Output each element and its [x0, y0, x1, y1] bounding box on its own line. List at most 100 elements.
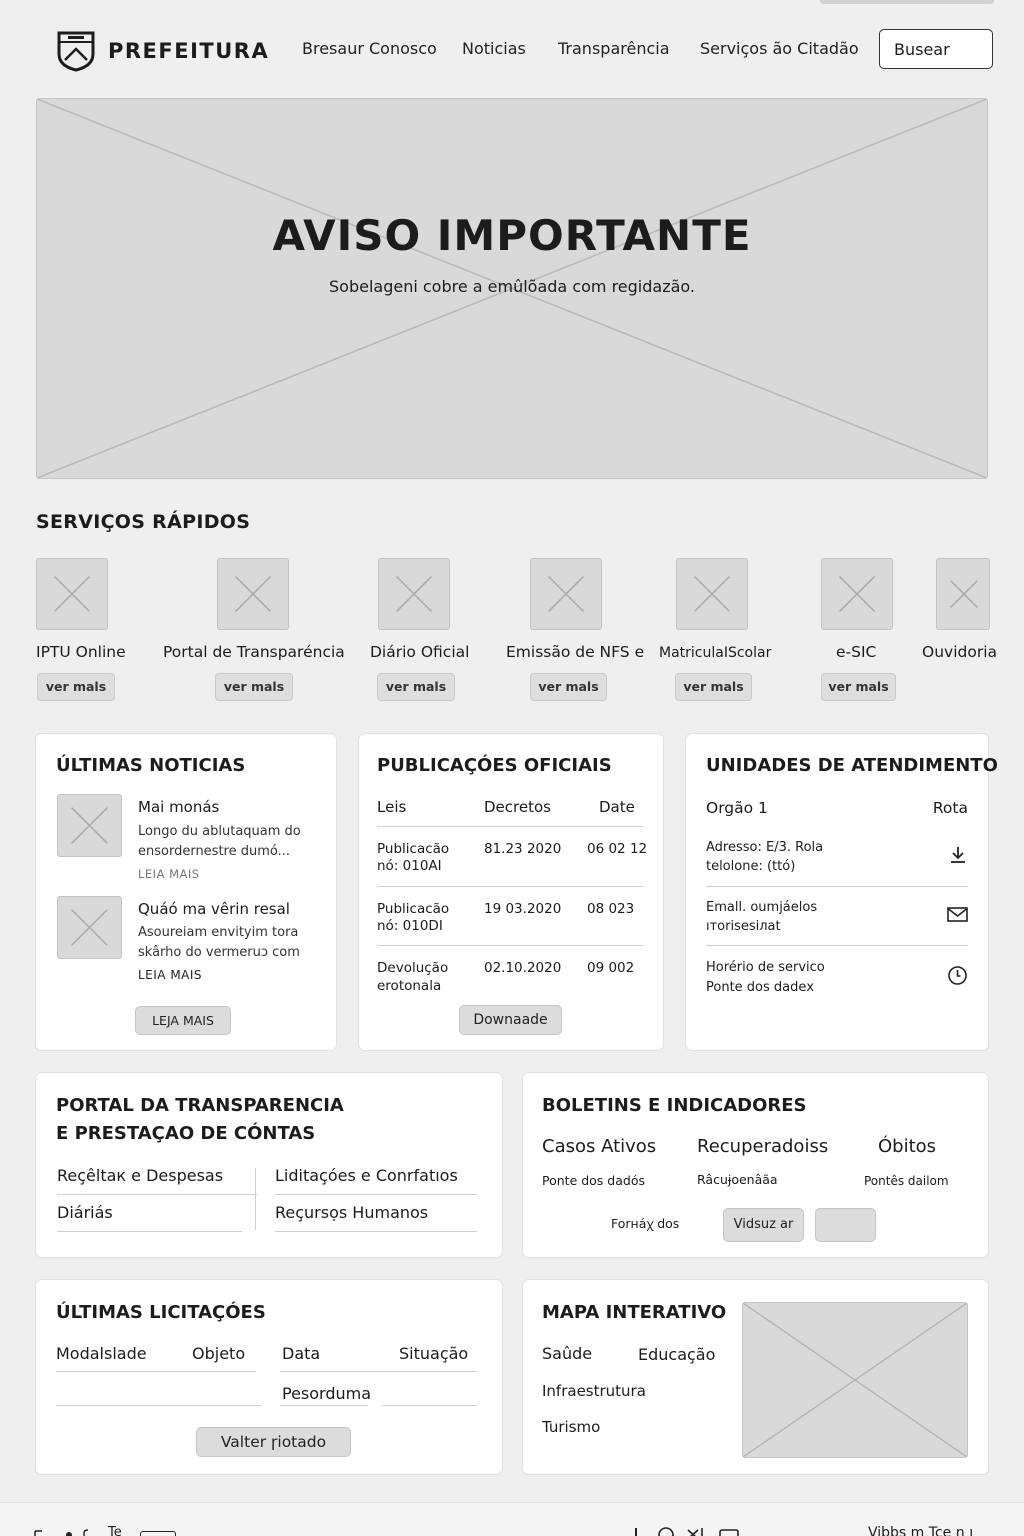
- hero-title: AVISO IMPORTANTE: [272, 211, 752, 260]
- hero-banner[interactable]: AVISO IMPORTANTE Sobelageni cobre a emûl…: [36, 98, 988, 479]
- news-thumbnail[interactable]: [57, 896, 122, 959]
- publication-number: nó: 010DI: [377, 918, 443, 934]
- news-more-button[interactable]: LEJA MAIS: [135, 1006, 231, 1035]
- publication-decree: 81.23 2020: [484, 841, 562, 857]
- visualize-button[interactable]: Vidsuz ar: [723, 1208, 804, 1242]
- news-excerpt: ensordernestre dumó...: [138, 844, 291, 859]
- service-label[interactable]: IPTU Online: [36, 643, 126, 661]
- service-enrollment-icon[interactable]: [676, 558, 748, 630]
- service-label[interactable]: e-SIC: [836, 643, 876, 661]
- publications-title: PUBLICAÇÓES OFICIAIS: [377, 755, 612, 776]
- service-label[interactable]: MatriculaIScolar: [659, 645, 771, 661]
- publication-name[interactable]: Devolução: [377, 960, 448, 976]
- map-layer-link[interactable]: Saûde: [542, 1344, 592, 1363]
- service-label[interactable]: Emissão de NFS e: [506, 643, 644, 661]
- service-transparency-icon[interactable]: [217, 558, 289, 630]
- ver-mais-button[interactable]: ver mals: [530, 673, 607, 701]
- unit-email: Emall. oumjáelos: [706, 900, 818, 915]
- transparency-title: E PRESTAÇAO DE CÓNTAS: [56, 1123, 316, 1144]
- download-icon[interactable]: [948, 845, 968, 865]
- service-nfse-icon[interactable]: [530, 558, 602, 630]
- service-label[interactable]: Ouvidoria: [922, 643, 997, 661]
- tender-cell[interactable]: Pesorduma: [282, 1384, 371, 1403]
- clock-icon[interactable]: [947, 965, 968, 986]
- indicator-label[interactable]: Recuperadoiss: [697, 1136, 828, 1157]
- service-units-card: UNIDADES DE ATENDIMENTO Orgão 1 Rota Adr…: [686, 734, 998, 1050]
- city-crest-icon: [57, 31, 95, 72]
- map-layer-link[interactable]: Infraestrutura: [542, 1382, 646, 1400]
- quick-services-title: SERVIÇOS RÁPIDOS: [36, 511, 251, 533]
- data-source-link[interactable]: Forнáꭓ dos: [611, 1215, 679, 1232]
- service-ouvidoria-icon[interactable]: [936, 558, 990, 630]
- bulletins-card: BOLETINS E INDICADORES Casos Ativos Recu…: [523, 1073, 988, 1257]
- publication-name[interactable]: Publicacão: [377, 901, 449, 917]
- col-header: Objeto: [192, 1344, 246, 1363]
- footer-icons-left: [34, 1529, 89, 1536]
- col-header: Data: [282, 1344, 321, 1363]
- footer-text[interactable]: Te: [108, 1525, 122, 1536]
- footer-right-text[interactable]: Vibbs m Tce ɲ ı: [868, 1525, 973, 1536]
- units-col-header: Orgão 1: [706, 799, 768, 817]
- transparency-link[interactable]: Liditaçóes e Conrfatıos: [275, 1166, 458, 1185]
- indicator-label[interactable]: Casos Ativos: [542, 1136, 656, 1157]
- nav-link-transparency[interactable]: Transparência: [558, 39, 670, 58]
- news-excerpt: Asoureiam envityim tora: [138, 925, 299, 940]
- transparency-title: PORTAL DA TRANSPARENCIA: [56, 1095, 344, 1116]
- search-button[interactable]: Busear: [879, 29, 993, 69]
- read-more-link[interactable]: LEIA MAIS: [138, 968, 202, 982]
- footer: Te Vibbs m Tce ɲ ı: [0, 1502, 1024, 1536]
- publication-number: nó: 010AI: [377, 858, 442, 874]
- service-label[interactable]: Diário Oficial: [370, 643, 469, 661]
- footer-input[interactable]: [140, 1531, 176, 1536]
- ver-mais-button[interactable]: ver mals: [215, 673, 293, 701]
- map-layer-link[interactable]: Educação: [638, 1345, 715, 1364]
- service-iptu-icon[interactable]: [36, 558, 108, 630]
- publication-name[interactable]: Publicacão: [377, 841, 449, 857]
- bulletins-title: BOLETINS E INDICADORES: [542, 1095, 807, 1116]
- map-placeholder[interactable]: [742, 1302, 968, 1458]
- news-title: ÚLTIMAS NOTICIAS: [56, 755, 246, 776]
- logo-text: PREFEITURA: [108, 39, 270, 63]
- col-header: Date: [599, 798, 635, 816]
- ver-mais-button[interactable]: ver mals: [37, 673, 115, 701]
- indicator-label[interactable]: Óbitos: [878, 1136, 936, 1157]
- mail-icon[interactable]: [947, 906, 968, 923]
- ver-mais-button[interactable]: ver mals: [675, 673, 752, 701]
- transparency-link[interactable]: Diáriás: [57, 1203, 113, 1222]
- indicator-source: Pontês dailom: [864, 1174, 949, 1188]
- nav-link-citizen-services[interactable]: Serviços ão Citadão: [700, 39, 859, 58]
- service-label[interactable]: Portal de Transparéncia: [163, 643, 345, 661]
- download-button[interactable]: Downaade: [459, 1005, 562, 1035]
- publication-decree: 19 03.2020: [484, 901, 562, 917]
- news-excerpt: skârho do vermeruɔ com: [138, 945, 300, 960]
- service-esic-icon[interactable]: [821, 558, 893, 630]
- unit-phone: telolone: (ttó): [706, 859, 796, 874]
- unit-email-value: ıтorisesiлat: [706, 919, 781, 934]
- see-all-tenders-button[interactable]: Valter ɼiotado: [196, 1427, 351, 1457]
- news-headline[interactable]: Mai monás: [138, 798, 219, 816]
- publications-card: PUBLICAÇÓES OFICIAIS Leis Decretos Date …: [359, 734, 663, 1050]
- map-layer-link[interactable]: Turismo: [542, 1418, 600, 1436]
- news-thumbnail[interactable]: [57, 794, 122, 857]
- news-headline[interactable]: Quáó ma vêrin resal: [138, 900, 290, 918]
- units-col-header: Rota: [932, 799, 968, 817]
- nav-link-news[interactable]: Noticias: [462, 39, 526, 58]
- tenders-card: ÚLTIMAS LICITAÇÓES Modalslade Objeto Dat…: [36, 1280, 502, 1474]
- site-header: PREFEITURA Bresaur Conosco Noticias Tran…: [0, 0, 1024, 96]
- ver-mais-button[interactable]: ver mals: [821, 673, 896, 701]
- service-diario-icon[interactable]: [378, 558, 450, 630]
- transparency-link[interactable]: Reçursọs Humanos: [275, 1203, 428, 1222]
- col-header: Situação: [399, 1344, 469, 1363]
- blank-button[interactable]: [815, 1208, 876, 1242]
- read-more-link[interactable]: LEIA MAIS: [138, 867, 200, 881]
- tenders-title: ÚLTIMAS LICITAÇÓES: [56, 1302, 266, 1323]
- indicator-source: Râcuɉoenâãa: [697, 1172, 778, 1187]
- logo[interactable]: PREFEITURA: [56, 30, 269, 72]
- ver-mais-button[interactable]: ver mals: [377, 673, 455, 701]
- hero-subtitle: Sobelageni cobre a emûlõada com regidazã…: [329, 277, 695, 296]
- social-icons[interactable]: [632, 1525, 744, 1536]
- nav-link-contact[interactable]: Bresaur Conosco: [302, 39, 437, 58]
- transparency-link[interactable]: Reçêltaк e Despesas: [57, 1166, 223, 1185]
- news-excerpt: Longo du ablutaquam do: [138, 824, 301, 839]
- col-header: Leis: [377, 798, 407, 816]
